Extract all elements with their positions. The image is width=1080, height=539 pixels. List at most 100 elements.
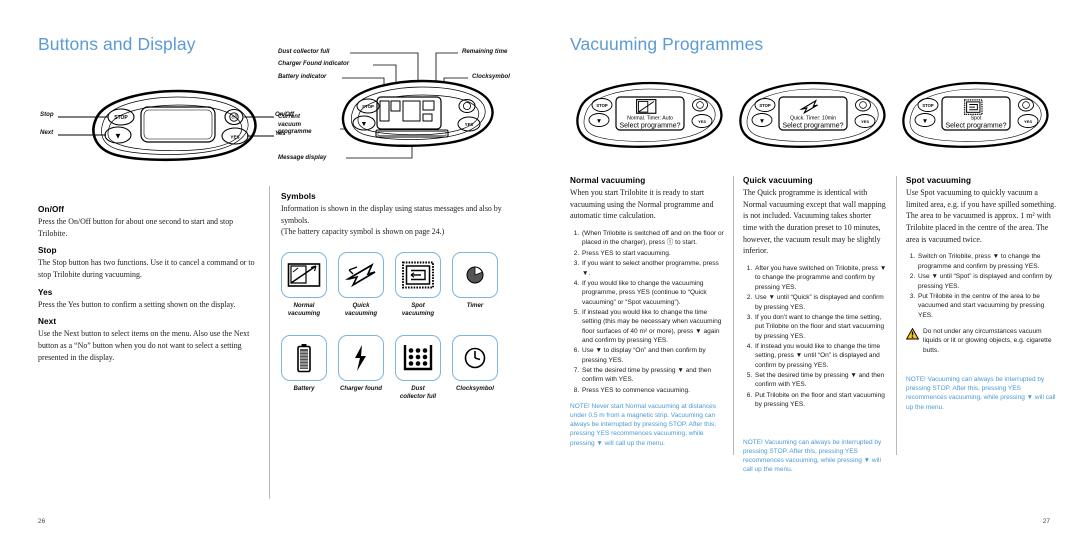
page-number-left: 26 bbox=[38, 518, 46, 525]
device-figure-row: STOP ▼ YES Normal. Timer: Auto Select pr… bbox=[570, 77, 1062, 154]
symbol-row-programmes: Normal vacuuming Quick vacuuming Spot va… bbox=[281, 252, 531, 317]
section-heading: On/Off bbox=[38, 205, 65, 214]
device-quick-drawing: STOP ▼ YES Quick. Timer: 10min Select pr… bbox=[739, 81, 886, 148]
steps-list: Switch on Trilobite, press ▼ to change t… bbox=[906, 252, 1059, 320]
step-item: If you don’t want to change the time set… bbox=[754, 313, 887, 341]
step-item: Press YES to commence vacuuming. bbox=[581, 386, 724, 395]
svg-text:YES: YES bbox=[861, 119, 869, 124]
trilobite-control-panel-figure: ⏎ STOP ▼ YES Stop Next On/Off Yes bbox=[40, 85, 294, 165]
column-intro: The Quick programme is identical with No… bbox=[743, 188, 886, 256]
clocksymbol-icon bbox=[464, 347, 486, 369]
svg-text:▼: ▼ bbox=[114, 132, 122, 141]
svg-text:STOP: STOP bbox=[362, 104, 374, 109]
section-body: The Stop button has two functions. Use i… bbox=[38, 258, 255, 280]
callout-stop: Stop bbox=[40, 111, 54, 118]
column-intro: When you start Trilobite it is ready to … bbox=[570, 188, 714, 221]
step-item: If you want to select another programme,… bbox=[581, 259, 724, 278]
svg-text:▼: ▼ bbox=[361, 121, 368, 128]
steps-list: (When Trilobite is switched off and on t… bbox=[570, 229, 724, 395]
column-heading: Spot vacuuming bbox=[906, 176, 972, 185]
column-divider bbox=[896, 176, 897, 455]
step-item: After you have switched on Trilobite, pr… bbox=[754, 264, 887, 292]
svg-text:YES: YES bbox=[1024, 119, 1032, 124]
steps-list: After you have switched on Trilobite, pr… bbox=[743, 264, 887, 409]
symbols-body-1: Information is shown in the display usin… bbox=[281, 204, 502, 225]
symbols-body-2: (The battery capacity symbol is shown on… bbox=[281, 227, 445, 237]
column-normal-vacuuming: Normal vacuuming When you start Trilobit… bbox=[570, 176, 733, 481]
warning-block: Do not under any circumstances vacuum li… bbox=[905, 327, 1059, 355]
section-heading: Stop bbox=[38, 246, 57, 256]
symbol-caption: Charger found bbox=[340, 385, 382, 393]
symbol-dust-collector-full: Dust collector full bbox=[395, 335, 441, 400]
tile bbox=[452, 252, 498, 299]
device-display-line1: Normal. Timer: Auto bbox=[627, 116, 673, 122]
svg-text:▼: ▼ bbox=[596, 118, 603, 125]
svg-text:STOP: STOP bbox=[596, 103, 608, 108]
column-divider bbox=[733, 176, 734, 455]
column-spot-vacuuming: Spot vacuuming Use Spot vacuuming to qui… bbox=[896, 176, 1059, 481]
step-item: Use ▼ until “Spot” is displayed and conf… bbox=[917, 272, 1059, 291]
warning-text: Do not under any circumstances vacuum li… bbox=[923, 327, 1052, 354]
column-divider bbox=[269, 186, 270, 499]
svg-text:Select programme?: Select programme? bbox=[782, 123, 843, 130]
section-body: Use the Next button to select items on t… bbox=[38, 329, 250, 362]
callout-dust-collector-full: Dust collector full bbox=[278, 48, 330, 55]
section-body: Press the On/Off button for about one se… bbox=[38, 217, 234, 238]
symbol-caption: Spot vacuuming bbox=[401, 302, 435, 317]
battery-icon bbox=[297, 344, 311, 373]
symbol-caption: Dust collector full bbox=[399, 385, 437, 400]
symbol-caption: Clocksymbol bbox=[456, 385, 494, 393]
section-heading: Next bbox=[38, 317, 57, 327]
callout-remaining-time: Remaining time bbox=[462, 48, 508, 55]
device-spot-drawing: STOP ▼ YES Spot Select programme? bbox=[902, 81, 1049, 148]
svg-text:Spot: Spot bbox=[971, 116, 982, 122]
symbol-caption: Quick vacuuming bbox=[344, 302, 378, 317]
callout-battery-indicator: Battery indicator bbox=[278, 73, 327, 80]
symbol-charger-found: Charger found bbox=[338, 335, 384, 400]
page-title-right: Vacuuming Programmes bbox=[570, 34, 764, 54]
step-item: Use ▼ to display “On” and then confirm b… bbox=[581, 346, 724, 365]
tile bbox=[338, 335, 384, 382]
symbol-normal-vacuuming: Normal vacuuming bbox=[281, 252, 327, 317]
callout-clocksymbol: Clocksymbol bbox=[472, 73, 510, 80]
svg-text:Quick. Timer: 10min: Quick. Timer: 10min bbox=[790, 116, 836, 122]
charger-found-icon bbox=[355, 345, 366, 372]
svg-text:⏎: ⏎ bbox=[231, 113, 237, 121]
column-intro: Use Spot vacuuming to quickly vacuum a l… bbox=[906, 188, 1057, 244]
page-number-right: 27 bbox=[1042, 518, 1050, 525]
device-figure-spot: STOP ▼ YES Spot Select programme? bbox=[896, 77, 1059, 154]
left-col-buttons: On/Off Press the On/Off button for about… bbox=[38, 205, 268, 371]
step-item: If instead you would like to change the … bbox=[581, 308, 724, 345]
step-item: (When Trilobite is switched off and on t… bbox=[581, 229, 724, 248]
step-item: Put Trilobite in the centre of the area … bbox=[917, 292, 1059, 320]
tile bbox=[281, 252, 327, 299]
normal-vacuuming-icon bbox=[287, 263, 321, 287]
column-quick-vacuuming: Quick vacuuming The Quick programme is i… bbox=[733, 176, 896, 481]
step-item: Set the desired time by pressing ▼ and t… bbox=[581, 366, 724, 385]
callout-next: Next bbox=[40, 129, 54, 136]
control-panel-drawing: ⏎ STOP ▼ YES bbox=[58, 89, 274, 162]
quick-vacuuming-icon bbox=[345, 263, 376, 288]
symbols-heading: Symbols bbox=[281, 192, 316, 201]
symbol-spot-vacuuming: Spot vacuuming bbox=[395, 252, 441, 317]
svg-text:YES: YES bbox=[465, 122, 474, 127]
step-item: If you would like to change the vacuumin… bbox=[581, 279, 724, 307]
svg-text:▼: ▼ bbox=[922, 118, 929, 125]
section-heading: Yes bbox=[38, 287, 53, 297]
tile bbox=[395, 252, 441, 299]
section-next: Next Use the Next button to select items… bbox=[38, 317, 256, 363]
timer-icon bbox=[466, 266, 484, 284]
tile bbox=[281, 335, 327, 382]
symbol-caption: Normal vacuuming bbox=[287, 302, 321, 317]
step-item: Put Trilobite on the floor and start vac… bbox=[754, 391, 887, 410]
callout-current-programme: Current vacuum programme bbox=[278, 113, 312, 136]
spot-vacuuming-icon bbox=[402, 261, 434, 289]
section-body: Press the Yes button to confirm a settin… bbox=[38, 299, 236, 309]
section-stop: Stop The Stop button has two functions. … bbox=[38, 246, 256, 280]
programme-columns: Normal vacuuming When you start Trilobit… bbox=[570, 176, 1062, 481]
step-item: Use ▼ until “Quick” is displayed and con… bbox=[754, 293, 887, 312]
svg-text:STOP: STOP bbox=[922, 103, 934, 108]
callout-message-display: Message display bbox=[278, 154, 327, 161]
tile bbox=[338, 252, 384, 299]
step-item: Set the desired time by pressing ▼ and t… bbox=[754, 371, 887, 390]
